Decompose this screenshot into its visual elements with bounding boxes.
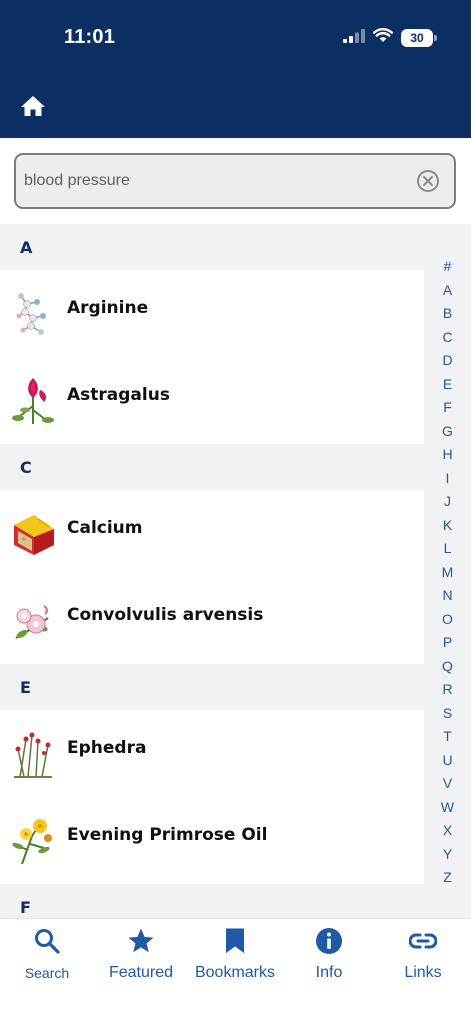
index-letter[interactable]: R (424, 678, 471, 702)
list-item-label: Evening Primrose Oil (67, 824, 268, 845)
list-item-label: Astragalus (67, 384, 170, 405)
list-item-label: Convolvulis arvensis (67, 604, 264, 625)
search-input[interactable] (24, 155, 404, 207)
list-item[interactable]: Convolvulis arvensis (0, 577, 424, 664)
astragalus-plant-icon (10, 376, 56, 426)
index-letter[interactable]: # (424, 255, 471, 279)
list-item[interactable]: Arginine (0, 270, 424, 357)
index-letter[interactable]: B (424, 302, 471, 326)
battery-icon: 30 (401, 29, 437, 47)
index-letter[interactable]: M (424, 561, 471, 585)
tab-links[interactable]: Links (376, 919, 470, 989)
cellular-signal-icon (343, 28, 365, 48)
index-letter[interactable]: Q (424, 655, 471, 679)
index-letter[interactable]: O (424, 608, 471, 632)
star-icon (128, 928, 154, 953)
index-letter[interactable]: W (424, 796, 471, 820)
alphabet-index: # A B C D E F G H I J K L M N O P Q R S … (424, 224, 471, 918)
index-letter[interactable]: C (424, 326, 471, 350)
index-letter[interactable]: T (424, 725, 471, 749)
list-item-label: Ephedra (67, 737, 147, 758)
index-letter[interactable]: J (424, 490, 471, 514)
search-icon (35, 929, 60, 954)
search-box (14, 153, 456, 209)
status-icons: 30 (343, 28, 437, 48)
index-letter[interactable]: P (424, 631, 471, 655)
index-letter[interactable]: H (424, 443, 471, 467)
bookmark-icon (226, 928, 244, 953)
section-header-c: C (0, 444, 424, 490)
index-letter[interactable]: F (424, 396, 471, 420)
clear-icon (417, 170, 439, 192)
tab-search-label: Search (24, 965, 70, 981)
tab-info[interactable]: Info (282, 919, 376, 989)
info-icon (316, 928, 342, 954)
tab-links-label: Links (404, 964, 442, 981)
index-letter[interactable]: D (424, 349, 471, 373)
results-list: A Arginine Astragalus C Calcium Convolvu… (0, 224, 424, 918)
alphabet-index-list: # A B C D E F G H I J K L M N O P Q R S … (424, 255, 471, 890)
list-item-label: Calcium (67, 517, 143, 538)
index-letter[interactable]: G (424, 420, 471, 444)
clear-search-button[interactable] (416, 169, 440, 193)
section-header-f: F (0, 884, 424, 918)
home-button[interactable] (18, 92, 48, 120)
index-letter[interactable]: K (424, 514, 471, 538)
status-time: 11:01 (64, 26, 116, 48)
index-letter[interactable]: S (424, 702, 471, 726)
tab-bookmarks-label: Bookmarks (194, 964, 276, 981)
list-item[interactable]: Evening Primrose Oil (0, 797, 424, 884)
list-item[interactable]: Calcium (0, 490, 424, 577)
evening-primrose-icon (10, 816, 56, 866)
search-area (0, 138, 471, 224)
list-item[interactable]: Astragalus (0, 357, 424, 444)
index-letter[interactable]: X (424, 819, 471, 843)
tab-search[interactable]: Search (0, 919, 94, 989)
list-item-label: Arginine (67, 297, 149, 318)
index-letter[interactable]: N (424, 584, 471, 608)
index-letter[interactable]: Z (424, 866, 471, 890)
tab-bookmarks[interactable]: Bookmarks (188, 919, 282, 989)
index-letter[interactable]: U (424, 749, 471, 773)
app-header: 11:01 30 (0, 0, 471, 138)
ephedra-plant-icon (10, 729, 56, 779)
section-header-e: E (0, 664, 424, 710)
link-icon (409, 933, 437, 949)
molecule-icon (10, 289, 56, 339)
home-icon (21, 96, 45, 116)
bindweed-flower-icon (10, 596, 56, 646)
wifi-icon (373, 28, 393, 48)
tab-featured-label: Featured (108, 964, 174, 981)
index-letter[interactable]: E (424, 373, 471, 397)
index-letter[interactable]: Y (424, 843, 471, 867)
index-letter[interactable]: V (424, 772, 471, 796)
section-header-a: A (0, 224, 424, 270)
tab-featured[interactable]: Featured (94, 919, 188, 989)
cheese-icon (10, 509, 56, 559)
index-letter[interactable]: L (424, 537, 471, 561)
tab-bar: Search Featured Bookmarks Info Links (0, 918, 471, 1024)
index-letter[interactable]: A (424, 279, 471, 303)
tab-info-label: Info (315, 964, 343, 981)
index-letter[interactable]: I (424, 467, 471, 491)
list-item[interactable]: Ephedra (0, 710, 424, 797)
